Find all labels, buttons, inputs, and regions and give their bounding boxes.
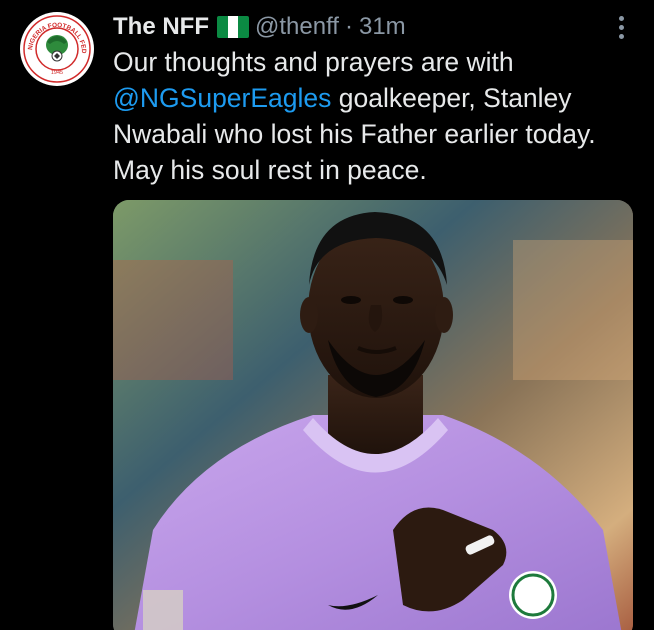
separator-dot: · <box>344 13 353 40</box>
tweet-media-image[interactable] <box>113 200 633 630</box>
timestamp[interactable]: 31m <box>359 13 406 41</box>
more-vertical-icon <box>618 15 624 39</box>
avatar-year: 1945 <box>51 70 63 76</box>
author-handle[interactable]: @thenff <box>255 13 339 41</box>
photo-image <box>113 200 633 630</box>
author-display-name[interactable]: The NFF <box>113 13 209 41</box>
avatar[interactable]: NIGERIA FOOTBALL FEDERATION 1945 <box>20 12 94 86</box>
nff-logo-icon: NIGERIA FOOTBALL FEDERATION 1945 <box>20 12 93 85</box>
tweet-text: Our thoughts and prayers are with @NGSup… <box>113 44 643 188</box>
mention-link[interactable]: @NGSuperEagles <box>113 83 331 113</box>
tweet-header: The NFF @thenff · 31m <box>113 10 406 44</box>
more-options-button[interactable] <box>606 12 636 42</box>
nigeria-flag-icon <box>217 16 249 38</box>
tweet-text-before: Our thoughts and prayers are with <box>113 47 514 77</box>
